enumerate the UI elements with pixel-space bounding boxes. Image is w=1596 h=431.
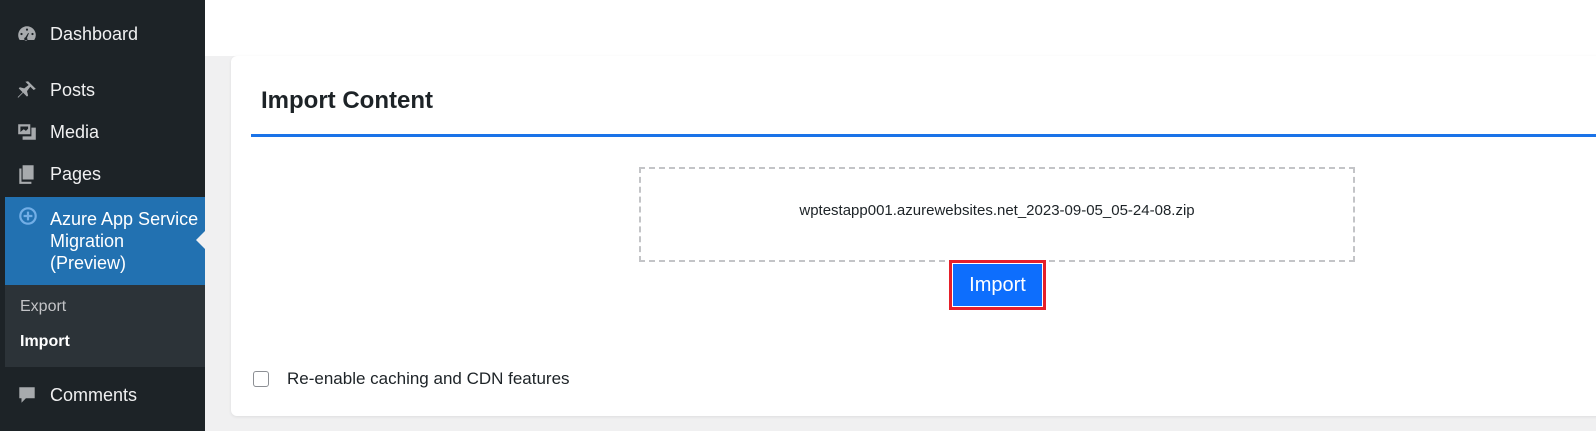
title-divider bbox=[251, 134, 1596, 137]
azure-icon bbox=[17, 205, 39, 227]
sidebar-item-dashboard[interactable]: Dashboard bbox=[0, 18, 205, 50]
sidebar-item-label: Dashboard bbox=[50, 23, 139, 44]
reenable-caching-checkbox[interactable] bbox=[253, 371, 269, 387]
admin-sidebar: Dashboard Posts Media Pages Azure App Se bbox=[0, 0, 205, 431]
submenu-item-import[interactable]: Import bbox=[20, 333, 70, 351]
main-content: Import Content wptestapp001.azurewebsite… bbox=[205, 0, 1596, 431]
sidebar-item-label: Azure App Service Migration (Preview) bbox=[50, 209, 199, 273]
sidebar-item-label: Pages bbox=[50, 163, 102, 184]
sidebar-item-media[interactable]: Media bbox=[0, 116, 205, 148]
comment-icon bbox=[16, 384, 38, 406]
page-title: Import Content bbox=[261, 87, 433, 114]
pages-icon bbox=[16, 163, 38, 185]
pin-icon bbox=[16, 79, 38, 101]
dropzone-filename: wptestapp001.azurewebsites.net_2023-09-0… bbox=[799, 202, 1195, 219]
media-icon bbox=[16, 121, 38, 143]
sidebar-item-pages[interactable]: Pages bbox=[0, 158, 205, 190]
sidebar-item-posts[interactable]: Posts bbox=[0, 74, 205, 106]
file-dropzone[interactable]: wptestapp001.azurewebsites.net_2023-09-0… bbox=[639, 167, 1355, 262]
dashboard-icon bbox=[16, 23, 38, 45]
wp-admin-app: Dashboard Posts Media Pages Azure App Se bbox=[0, 0, 1596, 431]
reenable-caching-label: Re-enable caching and CDN features bbox=[287, 369, 570, 388]
sidebar-item-azure-migration[interactable]: Azure App Service Migration (Preview) bbox=[5, 197, 205, 285]
top-area bbox=[205, 0, 1596, 56]
sidebar-item-label: Comments bbox=[50, 384, 138, 405]
active-indicator-arrow bbox=[196, 231, 205, 249]
import-card: Import Content wptestapp001.azurewebsite… bbox=[231, 56, 1596, 416]
sidebar-item-label: Posts bbox=[50, 79, 96, 100]
reenable-caching-option[interactable]: Re-enable caching and CDN features bbox=[253, 369, 570, 389]
sidebar-submenu: Export Import bbox=[5, 285, 205, 367]
sidebar-item-comments[interactable]: Comments bbox=[0, 379, 205, 411]
submenu-item-export[interactable]: Export bbox=[20, 298, 66, 316]
sidebar-item-label: Media bbox=[50, 121, 100, 142]
import-button[interactable]: Import bbox=[953, 264, 1042, 306]
